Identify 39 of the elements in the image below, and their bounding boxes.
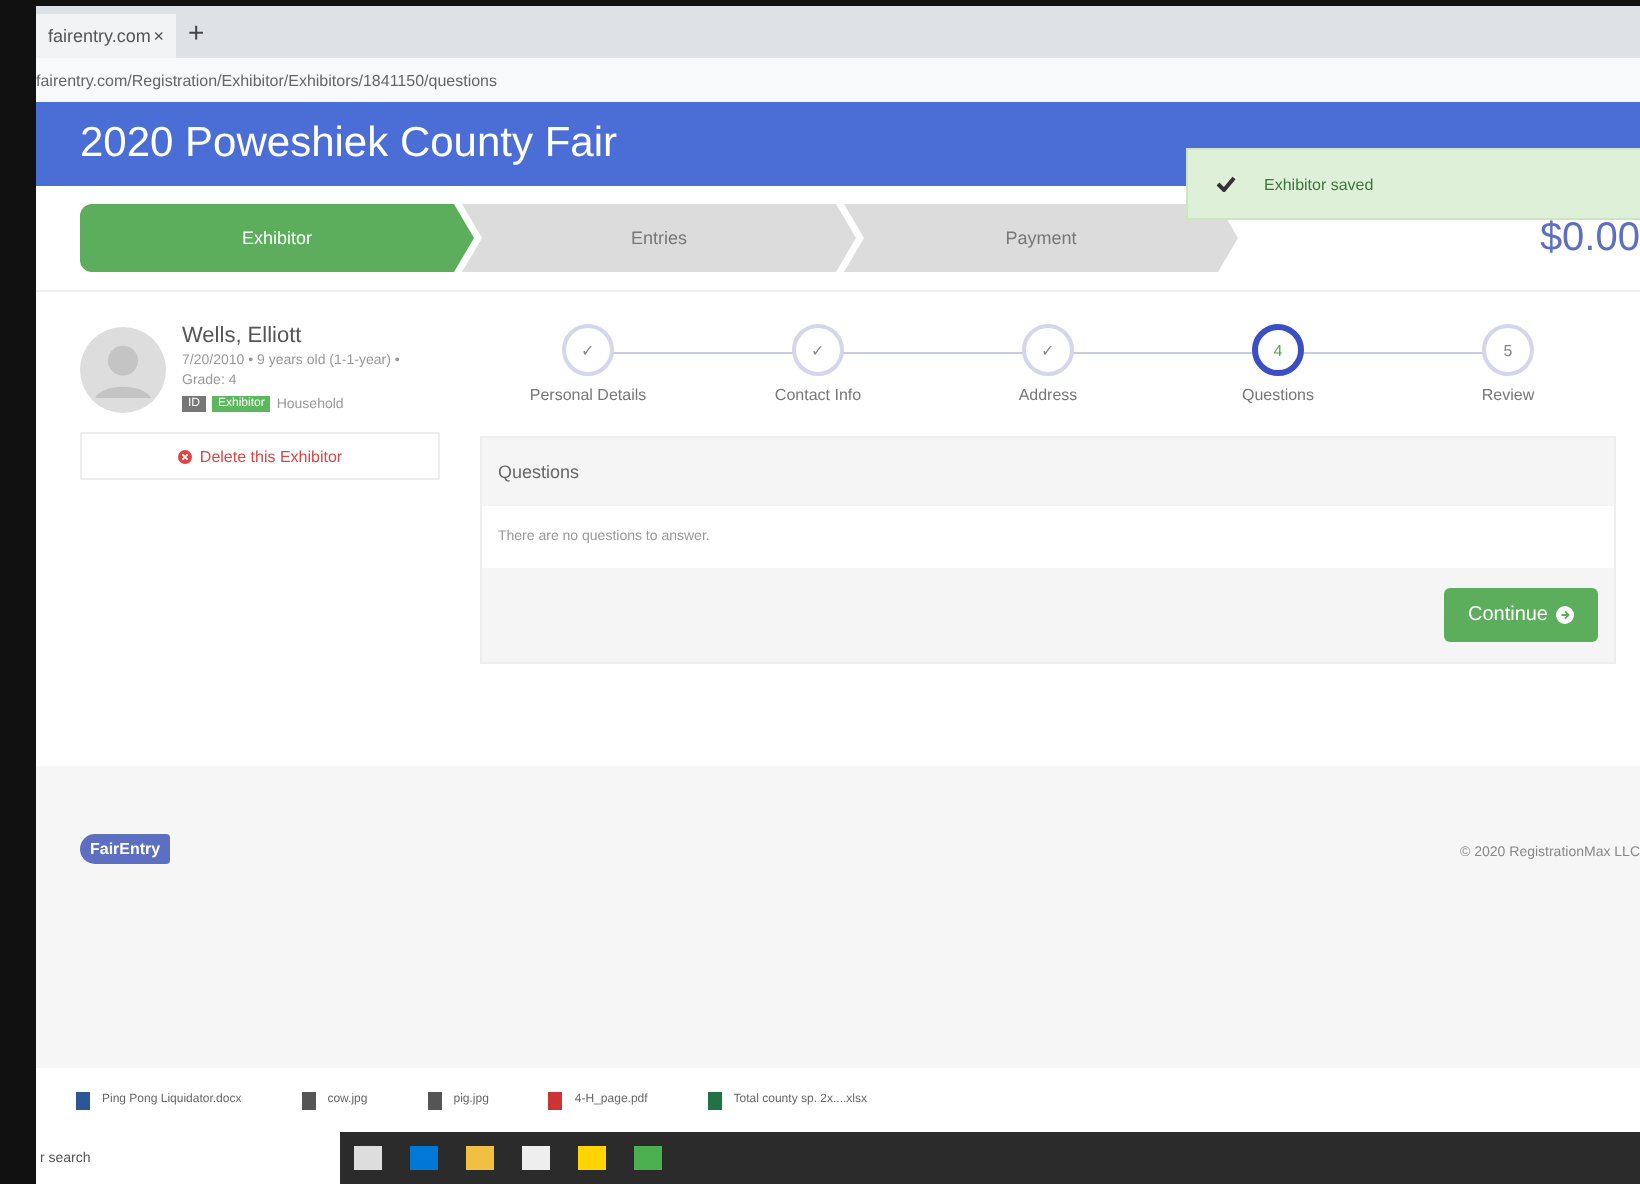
step-label: Contact Info xyxy=(774,386,862,404)
panel-title: Questions xyxy=(496,460,582,486)
address-field[interactable]: fairentry.com/Registration/Exhibitor/Exhibitors/1841150/questions xyxy=(36,71,497,89)
remove-icon xyxy=(177,449,192,463)
check-icon xyxy=(1216,176,1236,192)
file-icon xyxy=(707,1091,722,1109)
browser-tab[interactable]: fairentry.com× xyxy=(36,14,176,58)
avatar-icon xyxy=(80,324,166,416)
app-icon[interactable] xyxy=(578,1146,606,1170)
app-icon[interactable] xyxy=(634,1146,662,1170)
progress-tab[interactable]: Payment xyxy=(844,204,1238,272)
progress-tab[interactable]: Entries xyxy=(462,204,856,272)
step-label: Review xyxy=(1481,386,1535,404)
step-label: Questions xyxy=(1241,386,1315,404)
logo[interactable]: FairEntry xyxy=(80,834,171,864)
site-title: 2020 Poweshiek County Fair xyxy=(80,120,617,168)
step-marker: 4 xyxy=(1252,324,1304,376)
delete-button[interactable]: Delete this Exhibitor xyxy=(80,432,440,480)
file-icon xyxy=(301,1091,316,1109)
file-icon xyxy=(427,1091,442,1109)
step-marker: ✓ xyxy=(1022,324,1074,376)
app-icon[interactable] xyxy=(522,1146,550,1170)
step-marker: ✓ xyxy=(792,324,844,376)
step-label: Address xyxy=(1018,386,1078,404)
toast-text: Exhibitor saved xyxy=(1264,175,1374,193)
arrow-icon xyxy=(1556,606,1574,624)
step-marker: ✓ xyxy=(562,324,614,376)
close-icon[interactable]: × xyxy=(153,26,164,46)
app-icon[interactable] xyxy=(354,1146,382,1170)
step-label: Personal Details xyxy=(529,386,647,404)
file-icon xyxy=(548,1091,563,1109)
total-amount: $0.00 xyxy=(1539,215,1640,261)
app-icon[interactable] xyxy=(466,1146,494,1170)
file-icon xyxy=(76,1091,90,1109)
tab-title: fairentry.com xyxy=(48,26,151,46)
new-tab-button[interactable]: + xyxy=(188,16,205,48)
app-icon[interactable] xyxy=(410,1146,438,1170)
step-marker: 5 xyxy=(1482,324,1534,376)
exhibitor-name: Wells, Elliott xyxy=(182,324,304,348)
